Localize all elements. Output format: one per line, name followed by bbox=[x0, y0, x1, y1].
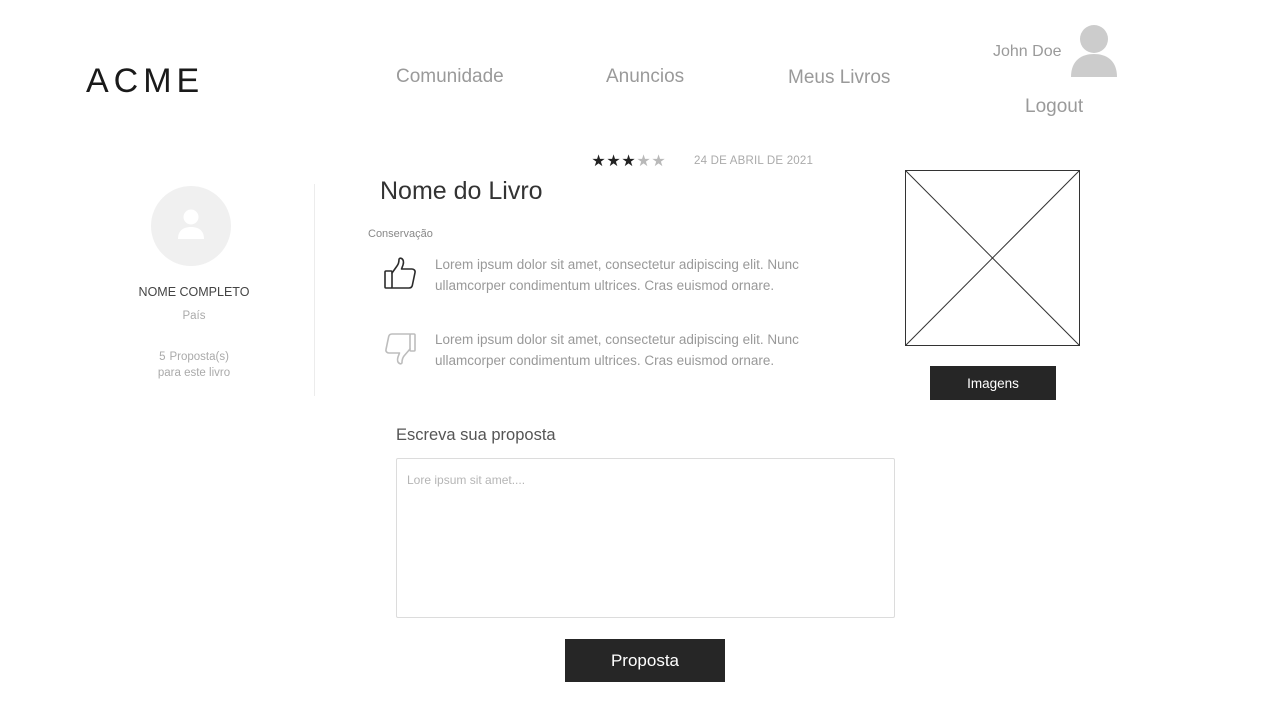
star-icon: ★ bbox=[606, 153, 621, 170]
proposals-count: 5 Proposta(s) para este livro bbox=[94, 349, 294, 381]
star-icon: ★ bbox=[621, 153, 636, 170]
proposals-label: Proposta(s) bbox=[169, 351, 229, 363]
sidebar-divider bbox=[314, 184, 315, 396]
user-avatar-icon[interactable] bbox=[1070, 22, 1118, 78]
nav-link-anuncios[interactable]: Anuncios bbox=[606, 66, 684, 88]
nav-link-meus-livros[interactable]: Meus Livros bbox=[788, 67, 890, 89]
condition-label: Conservação bbox=[368, 228, 433, 240]
user-name: John Doe bbox=[993, 43, 1062, 60]
thumbs-up-icon bbox=[382, 256, 418, 292]
seller-country: País bbox=[182, 310, 206, 322]
proposals-count-line: 5 Proposta(s) bbox=[94, 349, 294, 365]
book-title: Nome do Livro bbox=[380, 177, 543, 205]
book-rating: ★★★★★ bbox=[591, 151, 666, 171]
seller-name: NOME COMPLETO bbox=[138, 285, 250, 299]
seller-avatar[interactable] bbox=[151, 186, 231, 266]
proposal-label: Escreva sua proposta bbox=[396, 426, 556, 444]
acme-logo[interactable]: ACME bbox=[86, 62, 204, 101]
condition-positive-text: Lorem ipsum dolor sit amet, consectetur … bbox=[435, 257, 799, 293]
star-icon: ★ bbox=[651, 153, 666, 170]
star-icon: ★ bbox=[636, 153, 651, 170]
logout-link[interactable]: Logout bbox=[1025, 96, 1083, 118]
book-image-placeholder[interactable] bbox=[905, 170, 1080, 346]
condition-negative-text: Lorem ipsum dolor sit amet, consectetur … bbox=[435, 332, 799, 368]
user-icon bbox=[178, 209, 204, 239]
images-button[interactable]: Imagens bbox=[930, 366, 1056, 400]
listing-date: 24 DE ABRIL DE 2021 bbox=[694, 155, 814, 167]
proposals-sub-label: para este livro bbox=[157, 367, 231, 379]
submit-proposal-button[interactable]: Proposta bbox=[565, 639, 725, 682]
thumbs-down-icon bbox=[382, 330, 418, 366]
nav-link-comunidade[interactable]: Comunidade bbox=[396, 66, 504, 88]
proposal-input[interactable] bbox=[396, 458, 895, 618]
image-placeholder-icon bbox=[905, 170, 1080, 346]
user-avatar-icon-svg bbox=[1071, 25, 1117, 77]
star-icon: ★ bbox=[591, 153, 606, 170]
proposals-number: 5 bbox=[159, 351, 166, 363]
